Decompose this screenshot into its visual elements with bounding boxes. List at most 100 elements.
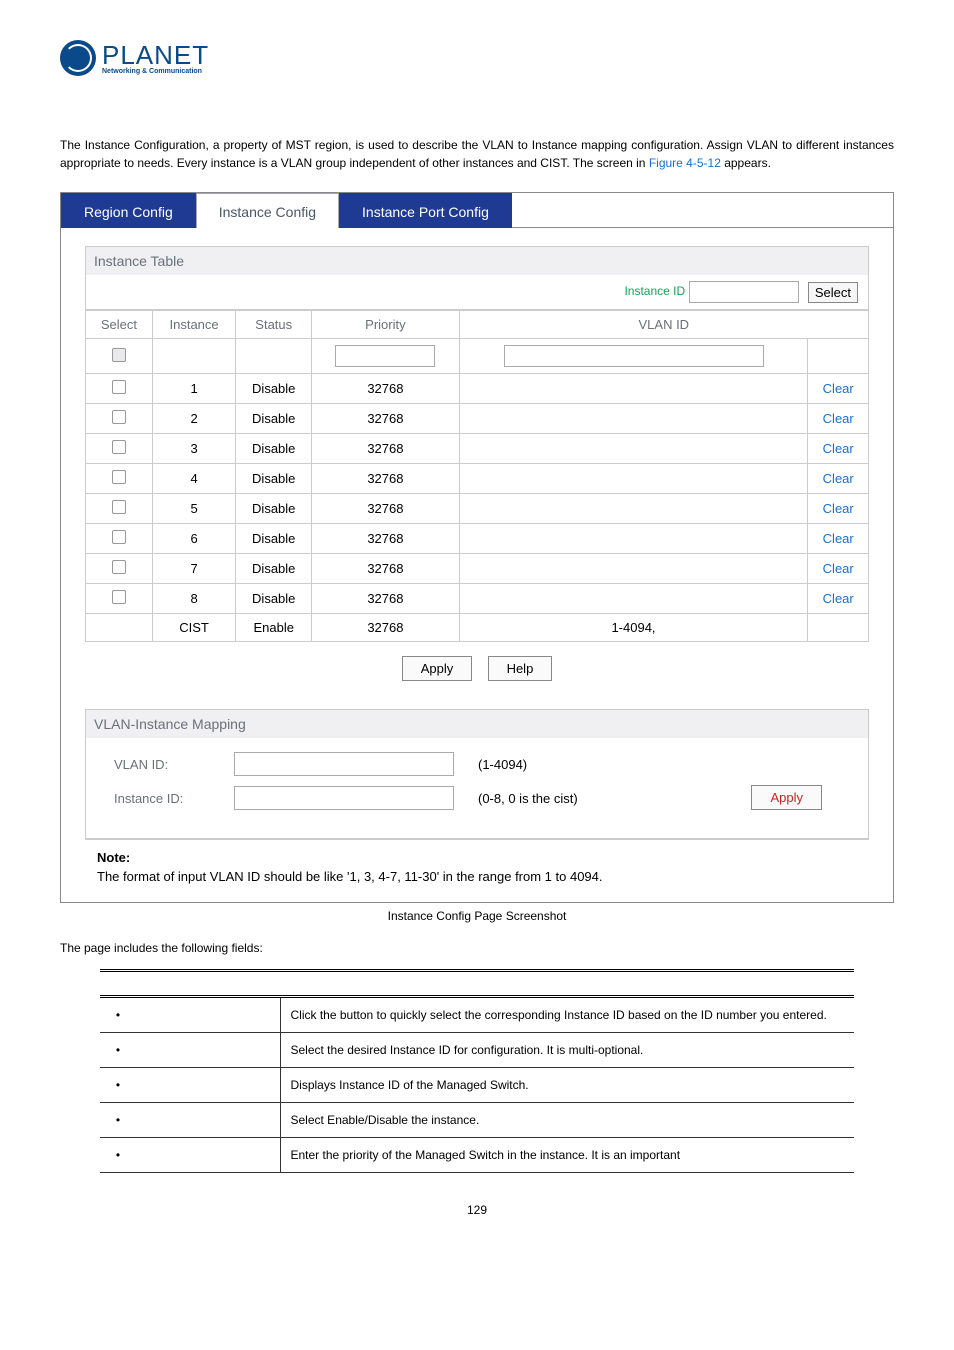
note-text: The format of input VLAN ID should be li… <box>97 869 857 884</box>
clear-link[interactable]: Clear <box>823 591 854 606</box>
clear-link[interactable]: Clear <box>823 471 854 486</box>
instance-id-map-label: Instance ID: <box>114 791 234 806</box>
figure-link[interactable]: Figure 4-5-12 <box>649 156 721 170</box>
row-checkbox[interactable] <box>112 500 126 514</box>
vlan-id-label: VLAN ID: <box>114 757 234 772</box>
row-checkbox[interactable] <box>112 440 126 454</box>
intro-line-3a: The screen in <box>573 156 649 170</box>
intro-line-3b: appears. <box>721 156 771 170</box>
cell-status: Disable <box>236 524 312 554</box>
cell-vlan <box>459 554 808 584</box>
table-row: 6 Disable 32768 Clear <box>86 524 869 554</box>
apply-button[interactable]: Apply <box>402 656 473 681</box>
clear-link[interactable]: Clear <box>823 561 854 576</box>
instance-id-label: Instance ID <box>624 284 685 298</box>
cell-vlan <box>459 494 808 524</box>
col-status: Status <box>236 311 312 339</box>
screenshot-frame: Region Config Instance Config Instance P… <box>60 192 894 903</box>
cell-status: Disable <box>236 434 312 464</box>
table-row: 5 Disable 32768 Clear <box>86 494 869 524</box>
cell-priority: 32768 <box>312 554 459 584</box>
field-desc: Enter the priority of the Managed Switch… <box>280 1138 854 1173</box>
cell-status: Disable <box>236 404 312 434</box>
field-desc: Select the desired Instance ID for confi… <box>280 1033 854 1068</box>
fields-table: • Click the button to quickly select the… <box>100 969 854 1173</box>
fields-intro: The page includes the following fields: <box>60 941 894 955</box>
cell-priority: 32768 <box>312 464 459 494</box>
vlan-id-input[interactable] <box>234 752 454 776</box>
table-row-cist: CIST Enable 32768 1-4094, <box>86 614 869 642</box>
cell-status: Disable <box>236 494 312 524</box>
field-key: • <box>100 1068 280 1103</box>
brand-subtitle: Networking & Communication <box>102 68 209 75</box>
cell-vlan <box>459 464 808 494</box>
cell-priority: 32768 <box>312 494 459 524</box>
cell-priority: 32768 <box>312 374 459 404</box>
clear-link[interactable]: Clear <box>823 501 854 516</box>
figure-caption: Instance Config Page Screenshot <box>60 909 894 923</box>
clear-link[interactable]: Clear <box>823 381 854 396</box>
cell-status: Enable <box>236 614 312 642</box>
tab-instance-port-config[interactable]: Instance Port Config <box>339 193 512 228</box>
cell-instance: 1 <box>152 374 235 404</box>
cell-instance: 5 <box>152 494 235 524</box>
cell-priority: 32768 <box>312 584 459 614</box>
cell-instance: 8 <box>152 584 235 614</box>
col-instance: Instance <box>152 311 235 339</box>
cell-vlan <box>459 374 808 404</box>
table-row: 7 Disable 32768 Clear <box>86 554 869 584</box>
tab-region-config[interactable]: Region Config <box>61 193 196 228</box>
note-title: Note: <box>97 850 130 865</box>
cell-priority: 32768 <box>312 614 459 642</box>
row-checkbox[interactable] <box>112 560 126 574</box>
field-key: • <box>100 997 280 1033</box>
cell-instance: 3 <box>152 434 235 464</box>
cell-status: Disable <box>236 584 312 614</box>
cell-instance: 4 <box>152 464 235 494</box>
row-checkbox[interactable] <box>112 470 126 484</box>
col-vlan-id: VLAN ID <box>459 311 868 339</box>
cell-status: Disable <box>236 464 312 494</box>
vlan-id-hint: (1-4094) <box>478 757 527 772</box>
cell-vlan <box>459 524 808 554</box>
field-key: • <box>100 1103 280 1138</box>
row-checkbox[interactable] <box>112 410 126 424</box>
field-key: • <box>100 1033 280 1068</box>
cell-vlan <box>459 404 808 434</box>
brand-name: PLANET <box>102 42 209 68</box>
help-button[interactable]: Help <box>488 656 553 681</box>
clear-link[interactable]: Clear <box>823 441 854 456</box>
instance-id-input[interactable] <box>689 281 799 303</box>
cell-vlan: 1-4094, <box>459 614 808 642</box>
cell-instance: 2 <box>152 404 235 434</box>
clear-link[interactable]: Clear <box>823 531 854 546</box>
cell-status: Disable <box>236 374 312 404</box>
instance-id-hint: (0-8, 0 is the cist) <box>478 791 578 806</box>
clear-link[interactable]: Clear <box>823 411 854 426</box>
field-desc: Displays Instance ID of the Managed Swit… <box>280 1068 854 1103</box>
vlan-filter-input[interactable] <box>504 345 764 367</box>
row-checkbox[interactable] <box>112 590 126 604</box>
checkbox-header <box>112 348 126 362</box>
instance-id-quick-select: Instance ID Select <box>85 275 869 310</box>
col-priority: Priority <box>312 311 459 339</box>
table-row: 4 Disable 32768 Clear <box>86 464 869 494</box>
brand-logo: PLANET Networking & Communication <box>60 40 894 76</box>
cell-instance: 7 <box>152 554 235 584</box>
cell-priority: 32768 <box>312 404 459 434</box>
cell-instance: 6 <box>152 524 235 554</box>
instance-id-map-input[interactable] <box>234 786 454 810</box>
col-select: Select <box>86 311 153 339</box>
cell-priority: 32768 <box>312 524 459 554</box>
priority-filter-input[interactable] <box>335 345 435 367</box>
cell-instance: CIST <box>152 614 235 642</box>
select-button[interactable]: Select <box>808 282 858 303</box>
mapping-apply-button[interactable]: Apply <box>751 785 822 810</box>
cell-status: Disable <box>236 554 312 584</box>
field-desc: Click the button to quickly select the c… <box>280 997 854 1033</box>
row-checkbox[interactable] <box>112 380 126 394</box>
vlan-instance-mapping-title: VLAN-Instance Mapping <box>86 710 868 738</box>
tab-instance-config[interactable]: Instance Config <box>196 193 339 228</box>
row-checkbox[interactable] <box>112 530 126 544</box>
planet-logo-icon <box>60 40 96 76</box>
